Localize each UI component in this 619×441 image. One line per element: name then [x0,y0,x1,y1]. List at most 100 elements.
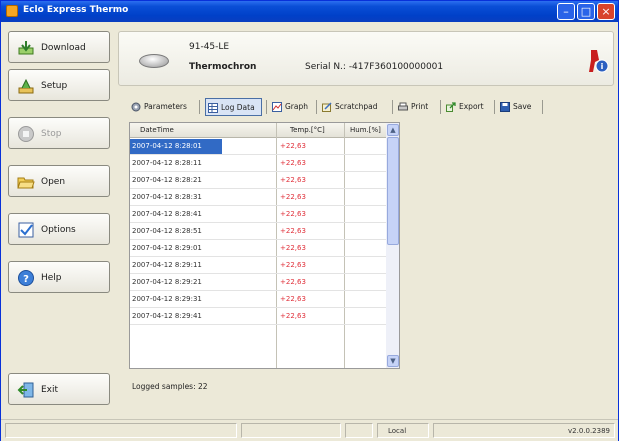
save-button[interactable]: Save [498,98,538,116]
device-name: Thermochron [189,62,257,72]
open-button[interactable]: Open [8,165,110,197]
app-version: v2.0.0.2389 [568,427,610,435]
cell-datetime: 2007-04-12 8:28:01 [130,139,222,154]
table-row[interactable]: 2007-04-12 8:29:41 +22,63 [130,308,386,325]
cell-temp: +22,63 [280,261,306,269]
status-pane [5,423,237,438]
toolbar-separator [316,100,317,114]
download-label: Download [41,43,86,53]
options-icon [18,222,34,238]
export-button[interactable]: Export [444,98,490,116]
parameters-button[interactable]: Parameters [129,98,195,116]
scroll-up-arrow-icon[interactable]: ▲ [387,124,399,136]
serial-number: Serial N.: -417F360100000001 [305,62,444,72]
cell-temp: +22,63 [280,159,306,167]
cell-temp: +22,63 [280,176,306,184]
help-icon: ? [18,270,34,286]
cell-datetime: 2007-04-12 8:29:21 [132,278,202,286]
table-row[interactable]: 2007-04-12 8:29:21 +22,63 [130,274,386,291]
table-row[interactable]: 2007-04-12 8:28:21 +22,63 [130,172,386,189]
table-icon [208,103,218,113]
setup-label: Setup [41,81,68,91]
print-button[interactable]: Print [396,98,436,116]
cell-temp: +22,63 [280,142,306,150]
svg-text:i: i [601,62,604,71]
cell-temp: +22,63 [280,193,306,201]
svg-text:?: ? [23,274,29,285]
cell-datetime: 2007-04-12 8:28:51 [132,227,202,235]
stop-label: Stop [41,129,62,139]
cell-datetime: 2007-04-12 8:29:11 [132,261,202,269]
cell-datetime: 2007-04-12 8:29:31 [132,295,202,303]
toolbar-separator [440,100,441,114]
exit-button[interactable]: Exit [8,373,110,405]
download-button[interactable]: Download [8,31,110,63]
exit-icon [17,382,34,398]
device-header: 91-45-LE Thermochron Serial N.: -417F360… [118,31,614,86]
status-pane [241,423,341,438]
maximize-button[interactable]: □ [577,3,595,20]
column-header-datetime[interactable]: DateTime [140,126,174,134]
toolbar-separator [392,100,393,114]
graph-icon [272,102,282,112]
cell-temp: +22,63 [280,312,306,320]
status-pane-mode: Local [377,423,429,438]
stop-button[interactable]: Stop [8,117,110,149]
scrollbar-thumb[interactable] [387,137,399,245]
log-data-tab[interactable]: Log Data [205,98,262,116]
scratchpad-icon [322,102,332,112]
setup-icon [18,78,34,94]
help-label: Help [41,273,62,283]
open-label: Open [41,177,66,187]
window-title: Eclo Express Thermo [23,5,129,15]
connection-mode: Local [388,427,407,435]
printer-icon [398,102,408,111]
cell-datetime: 2007-04-12 8:28:31 [132,193,202,201]
toolbar-separator [542,100,543,114]
download-icon [18,41,34,55]
toolbar-separator [199,100,200,114]
table-row[interactable]: 2007-04-12 8:29:11 +22,63 [130,257,386,274]
table-row[interactable]: 2007-04-12 8:28:01 +22,63 [130,138,386,155]
toolbar-separator [494,100,495,114]
graph-tab[interactable]: Graph [270,98,312,116]
status-pane-version: v2.0.0.2389 [433,423,615,438]
vertical-scrollbar[interactable]: ▲ ▼ [386,123,399,368]
ibutton-device-icon [139,54,169,68]
stop-icon [18,126,34,142]
options-label: Options [41,225,76,235]
floppy-disk-icon [500,102,510,112]
app-icon [6,5,18,17]
cell-datetime: 2007-04-12 8:29:41 [132,312,202,320]
table-row[interactable]: 2007-04-12 8:28:11 +22,63 [130,155,386,172]
cell-datetime: 2007-04-12 8:28:11 [132,159,202,167]
setup-button[interactable]: Setup [8,69,110,101]
app-window: Eclo Express Thermo – □ × Download Setup [0,0,619,441]
column-header-hum[interactable]: Hum.[%] [350,126,381,134]
table-row[interactable]: 2007-04-12 8:28:41 +22,63 [130,206,386,223]
scratchpad-tab[interactable]: Scratchpad [320,98,388,116]
status-pane [345,423,373,438]
cell-datetime: 2007-04-12 8:28:41 [132,210,202,218]
cell-datetime: 2007-04-12 8:29:01 [132,244,202,252]
table-row[interactable]: 2007-04-12 8:28:31 +22,63 [130,189,386,206]
table-row[interactable]: 2007-04-12 8:28:51 +22,63 [130,223,386,240]
cell-temp: +22,63 [280,227,306,235]
cell-temp: +22,63 [280,244,306,252]
minimize-button[interactable]: – [557,3,575,20]
logged-samples-count: Logged samples: 22 [132,382,208,391]
options-button[interactable]: Options [8,213,110,245]
title-bar[interactable]: Eclo Express Thermo – □ × [1,1,618,22]
exit-label: Exit [41,385,59,395]
cell-temp: +22,63 [280,295,306,303]
scroll-down-arrow-icon[interactable]: ▼ [387,355,399,367]
log-data-table[interactable]: DateTime Temp.[°C] Hum.[%] 2007-04-12 8:… [129,122,400,369]
table-row[interactable]: 2007-04-12 8:29:31 +22,63 [130,291,386,308]
cell-datetime: 2007-04-12 8:28:21 [132,176,202,184]
column-header-temp[interactable]: Temp.[°C] [290,126,325,134]
close-button[interactable]: × [597,3,615,20]
table-row[interactable]: 2007-04-12 8:29:01 +22,63 [130,240,386,257]
help-button[interactable]: ? Help [8,261,110,293]
alarm-info-icon: i [589,50,609,73]
gear-icon [131,102,141,112]
